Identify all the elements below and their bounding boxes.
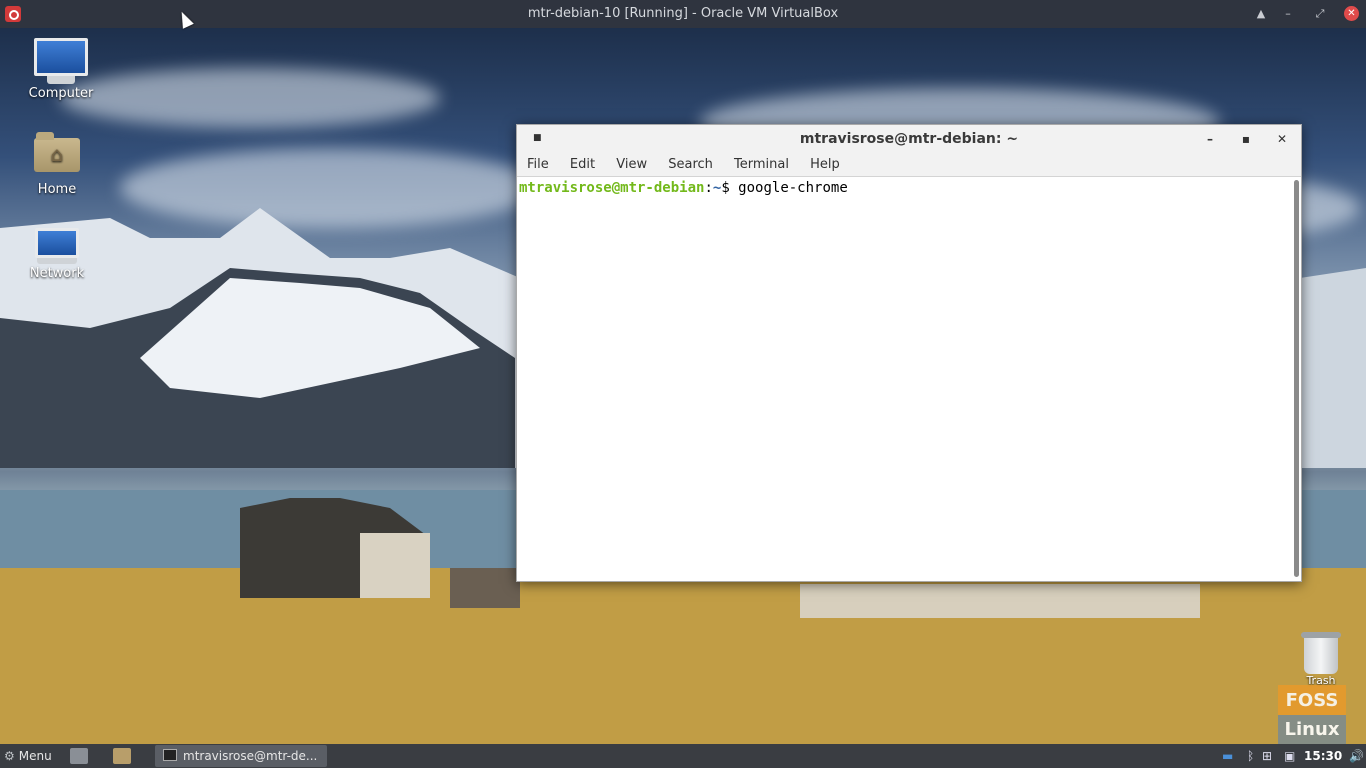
desktop-icon-home[interactable]: Home bbox=[17, 132, 97, 197]
notifications-icon[interactable]: ▣ bbox=[1284, 744, 1295, 768]
terminal-icon bbox=[163, 749, 177, 761]
home-folder-icon bbox=[34, 132, 80, 172]
vbox-close-button[interactable]: ✕ bbox=[1344, 6, 1359, 21]
menu-view[interactable]: View bbox=[616, 153, 647, 177]
desktop-icon-label: Computer bbox=[28, 86, 94, 101]
watermark-top: FOSS bbox=[1278, 685, 1346, 715]
taskbar-item-label: mtravisrose@mtr-de... bbox=[183, 749, 318, 763]
bluetooth-icon[interactable]: ᛒ bbox=[1247, 744, 1254, 768]
virtualbox-window-title: mtr-debian-10 [Running] - Oracle VM Virt… bbox=[527, 6, 839, 21]
menu-label: Menu bbox=[18, 749, 52, 763]
trash-icon bbox=[1301, 632, 1341, 674]
virtualbox-titlebar: mtr-debian-10 [Running] - Oracle VM Virt… bbox=[0, 0, 1366, 28]
network-tray-icon[interactable]: ⊞ bbox=[1262, 744, 1272, 768]
file-manager-launcher-icon[interactable] bbox=[113, 748, 131, 764]
desktop-icon-trash[interactable]: Trash bbox=[1298, 632, 1344, 687]
prompt-separator: : bbox=[704, 180, 713, 196]
terminal-minimize-button[interactable]: – bbox=[1201, 130, 1219, 148]
prompt-symbol: $ bbox=[721, 180, 739, 196]
network-icon bbox=[35, 228, 79, 258]
terminal-menubar: File Edit View Search Terminal Help bbox=[517, 153, 1301, 177]
terminal-title: mtravisrose@mtr-debian: ~ bbox=[799, 131, 1019, 147]
desktop-icon-label: Network bbox=[29, 266, 85, 281]
menu-file[interactable]: File bbox=[527, 153, 549, 177]
gear-icon: ⚙ bbox=[4, 749, 15, 763]
menu-button[interactable]: ⚙ Menu bbox=[4, 747, 52, 765]
terminal-maximize-button[interactable]: ▪ bbox=[1237, 130, 1255, 148]
taskbar-item-terminal[interactable]: mtravisrose@mtr-de... bbox=[155, 745, 327, 767]
terminal-window[interactable]: ■ mtravisrose@mtr-debian: ~ – ▪ ✕ File E… bbox=[516, 124, 1302, 582]
vbox-minimize-button[interactable]: – bbox=[1278, 4, 1298, 24]
fosslinux-watermark: FOSS Linux bbox=[1278, 685, 1346, 744]
watermark-bottom: Linux bbox=[1278, 715, 1346, 744]
screenshot-launcher-icon[interactable] bbox=[70, 748, 88, 764]
keyboard-layout-icon[interactable]: ▬ bbox=[1222, 744, 1233, 768]
terminal-titlebar[interactable]: ■ mtravisrose@mtr-debian: ~ – ▪ ✕ bbox=[517, 125, 1301, 153]
vbox-restore-button[interactable]: ⤢ bbox=[1310, 4, 1330, 24]
volume-icon[interactable]: 🔊 bbox=[1349, 744, 1364, 768]
terminal-command: google-chrome bbox=[738, 180, 848, 196]
computer-icon bbox=[34, 38, 88, 76]
menu-edit[interactable]: Edit bbox=[570, 153, 595, 177]
menu-terminal[interactable]: Terminal bbox=[734, 153, 789, 177]
terminal-output[interactable]: mtravisrose@mtr-debian:~$ google-chrome bbox=[517, 178, 1291, 581]
prompt-user: mtravisrose@mtr-debian bbox=[519, 180, 705, 196]
menu-help[interactable]: Help bbox=[810, 153, 840, 177]
terminal-close-button[interactable]: ✕ bbox=[1273, 130, 1291, 148]
menu-search[interactable]: Search bbox=[668, 153, 713, 177]
desktop-icon-label: Home bbox=[37, 182, 77, 197]
desktop-icon-network[interactable]: Network bbox=[17, 228, 97, 281]
bottom-panel: ⚙ Menu mtravisrose@mtr-de... ▬ ᛒ ⊞ ▣ 15:3… bbox=[0, 744, 1366, 768]
panel-clock[interactable]: 15:30 bbox=[1304, 744, 1342, 768]
terminal-scrollbar[interactable] bbox=[1294, 180, 1299, 577]
desktop-icon-computer[interactable]: Computer bbox=[21, 38, 101, 101]
eject-icon[interactable]: ▲ bbox=[1251, 4, 1271, 24]
